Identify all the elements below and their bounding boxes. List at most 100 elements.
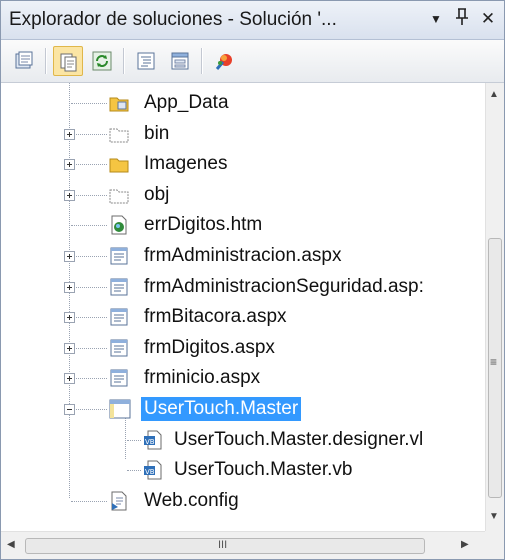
tree-item[interactable]: Web.config bbox=[1, 486, 485, 516]
view-code-button[interactable] bbox=[131, 46, 161, 76]
tree-item-label[interactable]: frmBitacora.aspx bbox=[141, 305, 290, 329]
show-all-files-icon bbox=[60, 53, 77, 72]
aspx-file-icon bbox=[109, 368, 129, 388]
tree-connector-line bbox=[71, 409, 107, 411]
window-title: Explorador de soluciones - Solución '... bbox=[9, 9, 337, 30]
tree-item-label[interactable]: UserTouch.Master.designer.vl bbox=[171, 428, 426, 452]
expand-icon[interactable] bbox=[64, 312, 75, 324]
svg-text:VB: VB bbox=[145, 438, 155, 446]
vb-file-icon: VB bbox=[143, 460, 163, 480]
tree-item[interactable]: UserTouch.Master bbox=[1, 394, 485, 424]
collapse-icon[interactable] bbox=[64, 404, 75, 415]
horizontal-scroll-thumb[interactable]: III bbox=[25, 538, 425, 554]
aspx-file-icon bbox=[109, 246, 129, 266]
tree-connector-line bbox=[71, 286, 107, 289]
expand-icon[interactable] bbox=[64, 342, 75, 354]
tree-connector-line bbox=[71, 317, 107, 319]
tree-connector-line bbox=[71, 103, 107, 105]
tree-item-label[interactable]: obj bbox=[141, 183, 172, 207]
tree-item[interactable]: obj bbox=[1, 180, 485, 210]
scrollbar-corner bbox=[485, 531, 504, 559]
expand-icon[interactable] bbox=[64, 159, 75, 171]
aspx-file-icon bbox=[109, 307, 129, 327]
refresh-button[interactable] bbox=[87, 46, 117, 76]
master-page-icon bbox=[109, 399, 131, 419]
tree-connector-line bbox=[71, 256, 107, 258]
properties-button[interactable] bbox=[9, 46, 39, 76]
vertical-grip: ≡ bbox=[490, 355, 498, 369]
horizontal-scrollbar[interactable]: ◀ III ▶ bbox=[1, 531, 485, 559]
horizontal-grip: III bbox=[218, 539, 228, 551]
expand-icon[interactable] bbox=[64, 251, 75, 262]
tree-item-label[interactable]: UserTouch.Master bbox=[141, 397, 302, 421]
refresh-icon bbox=[92, 51, 112, 71]
solution-tree: App_Databin Imagenes obj errDigitos.htm frmA… bbox=[1, 83, 485, 531]
tree-item-label[interactable]: frmAdministracionSeguridad.asp: bbox=[141, 275, 427, 299]
tree-item[interactable]: App_Data bbox=[1, 88, 485, 118]
toolbar-separator bbox=[201, 48, 203, 74]
tree-item-label[interactable]: Imagenes bbox=[141, 152, 230, 176]
vertical-scrollbar[interactable]: ▲ ≡ ▼ bbox=[485, 83, 504, 531]
tree-connector-line bbox=[71, 225, 107, 227]
aspnet-config-icon bbox=[215, 54, 232, 70]
scroll-up-arrow-icon[interactable]: ▲ bbox=[489, 89, 499, 100]
aspnet-config-button[interactable] bbox=[209, 46, 239, 76]
svg-text:VB: VB bbox=[145, 468, 155, 476]
tree-item-label[interactable]: frmDigitos.aspx bbox=[141, 336, 278, 360]
tree-item[interactable]: Imagenes bbox=[1, 149, 485, 179]
expand-icon[interactable] bbox=[64, 373, 75, 385]
close-icon[interactable]: ✕ bbox=[477, 8, 499, 30]
expand-icon[interactable] bbox=[64, 281, 75, 293]
tree-item[interactable]: bin bbox=[1, 119, 485, 149]
expand-icon[interactable] bbox=[64, 128, 75, 140]
scroll-left-arrow-icon[interactable]: ◀ bbox=[7, 539, 15, 550]
tree-item[interactable]: VB UserTouch.Master.vb bbox=[1, 455, 485, 485]
tree-item[interactable]: errDigitos.htm bbox=[1, 210, 485, 240]
tree-connector-line bbox=[127, 470, 141, 472]
tree-item-label[interactable]: bin bbox=[141, 122, 172, 146]
tree-item-label[interactable]: frminicio.aspx bbox=[141, 366, 263, 390]
tree-item[interactable]: frminicio.aspx bbox=[1, 363, 485, 393]
tree-item[interactable]: frmDigitos.aspx bbox=[1, 333, 485, 363]
vertical-scroll-thumb[interactable]: ≡ bbox=[488, 238, 502, 498]
folder-hidden-icon bbox=[109, 185, 129, 205]
tree-connector-line bbox=[71, 378, 107, 380]
tree-item-label[interactable]: App_Data bbox=[141, 91, 232, 115]
toolbar bbox=[1, 40, 504, 83]
view-code-icon bbox=[137, 52, 155, 70]
html-file-icon bbox=[109, 215, 129, 235]
dropdown-arrow-icon[interactable]: ▼ bbox=[425, 8, 447, 30]
toolbar-separator bbox=[123, 48, 125, 74]
tree-connector-line bbox=[71, 133, 107, 136]
tree-item[interactable]: VB UserTouch.Master.designer.vl bbox=[1, 425, 485, 455]
toolbar-separator bbox=[45, 48, 47, 74]
tree-connector-line bbox=[71, 500, 107, 503]
tree-item[interactable]: frmAdministracionSeguridad.asp: bbox=[1, 272, 485, 302]
tree-item[interactable]: frmAdministracion.aspx bbox=[1, 241, 485, 271]
view-designer-icon bbox=[171, 52, 189, 70]
aspx-file-icon bbox=[109, 277, 129, 297]
tree-item-label[interactable]: UserTouch.Master.vb bbox=[171, 458, 355, 482]
tree-item-label[interactable]: errDigitos.htm bbox=[141, 213, 265, 237]
config-file-icon bbox=[109, 491, 129, 511]
tree-connector-line bbox=[71, 164, 107, 166]
folder-icon bbox=[109, 154, 129, 174]
title-bar[interactable]: Explorador de soluciones - Solución '...… bbox=[1, 1, 504, 40]
solution-explorer-window: Explorador de soluciones - Solución '...… bbox=[0, 0, 505, 560]
expand-icon[interactable] bbox=[64, 189, 75, 201]
tree-item-label[interactable]: frmAdministracion.aspx bbox=[141, 244, 344, 268]
tree-connector-line bbox=[71, 347, 107, 350]
scroll-down-arrow-icon[interactable]: ▼ bbox=[489, 511, 499, 522]
folder-data-icon bbox=[109, 93, 129, 113]
vb-file-icon: VB bbox=[143, 430, 163, 450]
tree-connector-line bbox=[127, 439, 141, 442]
folder-hidden-icon bbox=[109, 124, 129, 144]
show-all-files-button[interactable] bbox=[53, 46, 83, 76]
properties-icon bbox=[15, 51, 33, 69]
tree-item[interactable]: frmBitacora.aspx bbox=[1, 302, 485, 332]
view-designer-button[interactable] bbox=[165, 46, 195, 76]
pin-icon[interactable] bbox=[451, 8, 473, 30]
scroll-right-arrow-icon[interactable]: ▶ bbox=[461, 539, 469, 550]
aspx-file-icon bbox=[109, 338, 129, 358]
tree-item-label[interactable]: Web.config bbox=[141, 489, 242, 513]
